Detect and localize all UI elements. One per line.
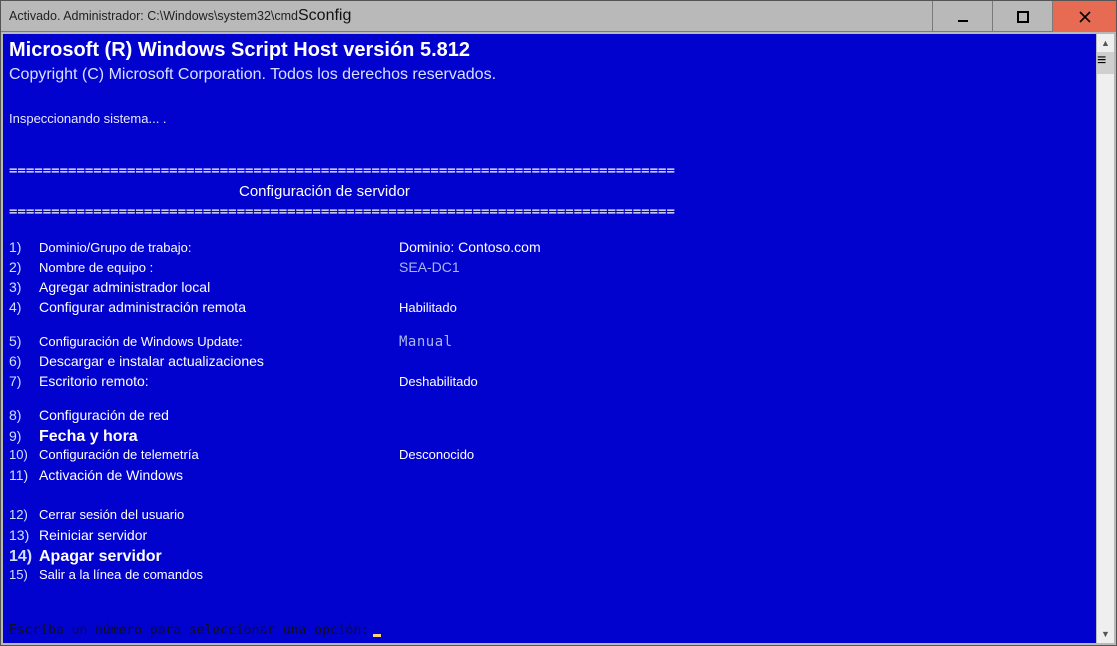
input-prompt[interactable]: Escriba un número para seleccionar una o… [9, 623, 381, 639]
menu-block-1: 1) Dominio/Grupo de trabajo: Dominio: Co… [9, 239, 1090, 319]
prompt-text: Escriba un número para seleccionar una o… [9, 623, 369, 639]
menu-item-9[interactable]: 9) Fecha y hora [9, 427, 1090, 447]
cmd-window: Activado. Administrador: C:\Windows\syst… [0, 0, 1117, 646]
menu-label: Configuración de red [39, 407, 399, 425]
menu-label: Activación de Windows [39, 467, 399, 485]
console-area[interactable]: Microsoft (R) Windows Script Host versió… [3, 34, 1096, 643]
menu-label: Apagar servidor [39, 547, 399, 567]
menu-num: 4) [9, 299, 39, 317]
menu-num: 14) [9, 547, 39, 567]
menu-num: 7) [9, 373, 39, 391]
menu-label: Salir a la línea de comandos [39, 567, 399, 583]
menu-label: Reiniciar servidor [39, 527, 399, 545]
maximize-button[interactable] [992, 1, 1052, 32]
scroll-track[interactable] [1097, 74, 1114, 625]
window-controls [932, 1, 1116, 31]
separator-top: ========================================… [9, 163, 1090, 181]
menu-block-2: 5) Configuración de Windows Update: Manu… [9, 333, 1090, 393]
titlebar[interactable]: Activado. Administrador: C:\Windows\syst… [1, 1, 1116, 32]
menu-num: 6) [9, 353, 39, 371]
window-body: Microsoft (R) Windows Script Host versió… [1, 32, 1116, 645]
menu-num: 8) [9, 407, 39, 425]
menu-item-13[interactable]: 13) Reiniciar servidor [9, 527, 1090, 547]
menu-label: Nombre de equipo : [39, 260, 399, 276]
menu-label: Configuración de telemetría [39, 447, 399, 463]
script-host-header: Microsoft (R) Windows Script Host versió… [9, 38, 1090, 63]
scroll-thumb[interactable]: ≡ [1097, 52, 1114, 74]
minimize-icon [957, 11, 969, 23]
menu-num: 12) [9, 507, 39, 523]
scroll-down-button[interactable]: ▼ [1097, 625, 1114, 643]
menu-num: 9) [9, 428, 39, 446]
menu-num: 11) [9, 467, 39, 485]
menu-label: Agregar administrador local [39, 279, 399, 297]
menu-item-3[interactable]: 3) Agregar administrador local [9, 279, 1090, 299]
menu-label: Descargar e instalar actualizaciones [39, 353, 399, 371]
separator-bottom: ========================================… [9, 204, 1090, 222]
inspecting-line: Inspeccionando sistema... . [9, 111, 1090, 127]
menu-item-5[interactable]: 5) Configuración de Windows Update: Manu… [9, 333, 1090, 353]
menu-item-15[interactable]: 15) Salir a la línea de comandos [9, 567, 1090, 587]
menu-num: 15) [9, 567, 39, 583]
window-title: Activado. Administrador: C:\Windows\syst… [1, 7, 351, 25]
menu-value: Habilitado [399, 300, 457, 316]
menu-value: Desconocido [399, 447, 474, 463]
menu-label: Escritorio remoto: [39, 373, 399, 391]
menu-num: 13) [9, 527, 39, 545]
menu-value: Dominio: Contoso.com [399, 239, 541, 257]
menu-item-7[interactable]: 7) Escritorio remoto: Deshabilitado [9, 373, 1090, 393]
title-prefix: Activado. Administrador: C:\Windows\syst… [9, 9, 298, 23]
menu-value: Deshabilitado [399, 374, 478, 390]
menu-item-14[interactable]: 14) Apagar servidor [9, 547, 1090, 567]
menu-label: Fecha y hora [39, 427, 399, 447]
menu-label: Configurar administración remota [39, 299, 399, 317]
menu-item-4[interactable]: 4) Configurar administración remota Habi… [9, 299, 1090, 319]
cursor-icon [373, 634, 381, 637]
menu-label: Configuración de Windows Update: [39, 334, 399, 350]
menu-item-2[interactable]: 2) Nombre de equipo : SEA-DC1 [9, 259, 1090, 279]
menu-item-12[interactable]: 12) Cerrar sesión del usuario [9, 507, 1090, 527]
menu-item-11[interactable]: 11) Activación de Windows [9, 467, 1090, 487]
menu-value: Manual [399, 334, 453, 352]
maximize-icon [1017, 11, 1029, 23]
scroll-up-button[interactable]: ▲ [1097, 34, 1114, 52]
menu-num: 5) [9, 333, 39, 351]
menu-label: Dominio/Grupo de trabajo: [39, 240, 399, 256]
menu-item-1[interactable]: 1) Dominio/Grupo de trabajo: Dominio: Co… [9, 239, 1090, 259]
minimize-button[interactable] [932, 1, 992, 32]
section-title: Configuración de servidor [9, 183, 1090, 202]
menu-item-6[interactable]: 6) Descargar e instalar actualizaciones [9, 353, 1090, 373]
menu-num: 3) [9, 279, 39, 297]
copyright-line: Copyright (C) Microsoft Corporation. Tod… [9, 65, 1090, 85]
menu-block-3: 8) Configuración de red 9) Fecha y hora … [9, 407, 1090, 487]
close-button[interactable] [1052, 1, 1116, 32]
menu-block-4: 12) Cerrar sesión del usuario 13) Reinic… [9, 507, 1090, 587]
menu-label: Cerrar sesión del usuario [39, 507, 399, 523]
menu-num: 2) [9, 259, 39, 277]
menu-num: 10) [9, 447, 39, 463]
menu-item-8[interactable]: 8) Configuración de red [9, 407, 1090, 427]
menu-value: SEA-DC1 [399, 259, 460, 277]
menu-item-10[interactable]: 10) Configuración de telemetría Desconoc… [9, 447, 1090, 467]
title-suffix: Sconfig [298, 7, 351, 25]
close-icon [1079, 11, 1091, 23]
vertical-scrollbar[interactable]: ▲ ≡ ▼ [1096, 34, 1114, 643]
menu-num: 1) [9, 239, 39, 257]
